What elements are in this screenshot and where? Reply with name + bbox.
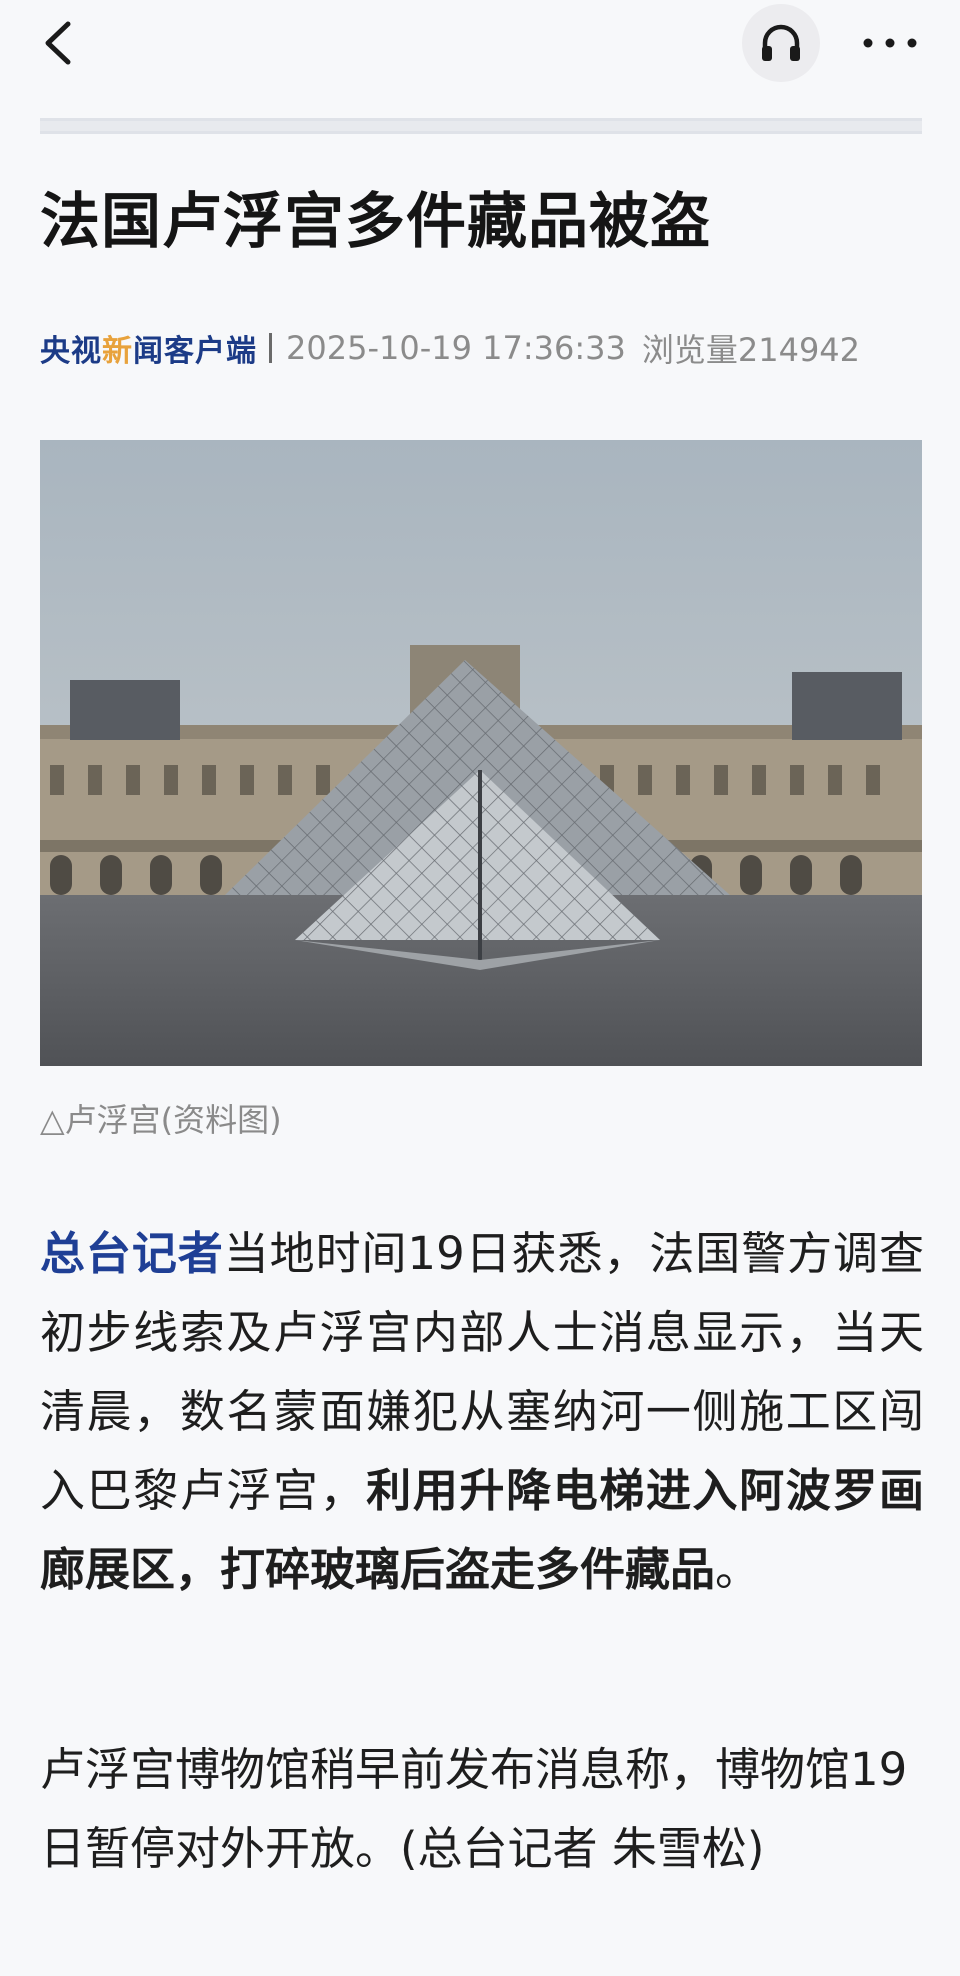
publish-date: 2025-10-19 17:36:33 bbox=[286, 329, 626, 367]
reporter-lead: 总台记者 bbox=[40, 1227, 224, 1280]
image-caption: △卢浮宫(资料图) bbox=[40, 1101, 282, 1139]
article-title: 法国卢浮宫多件藏品被盗 bbox=[40, 187, 711, 257]
source-part2: 闻客户端 bbox=[133, 334, 257, 369]
view-count: 浏览量214942 bbox=[641, 331, 861, 369]
paragraph-1-end: 。 bbox=[715, 1543, 761, 1596]
more-horizontal-icon bbox=[863, 38, 917, 48]
headphones-icon bbox=[762, 24, 800, 61]
more-options-button[interactable] bbox=[858, 20, 922, 66]
chevron-left-icon bbox=[45, 21, 71, 65]
meta-separator bbox=[269, 333, 272, 363]
source-part1: 央视 bbox=[40, 334, 102, 369]
louvre-photo bbox=[40, 440, 922, 1066]
audio-listen-button[interactable] bbox=[742, 4, 820, 82]
source-highlight: 新 bbox=[102, 334, 133, 369]
article-image[interactable] bbox=[40, 440, 922, 1066]
article-paragraph-2: 卢浮宫博物馆稍早前发布消息称，博物馆19日暂停对外开放。(总台记者 朱雪松) bbox=[40, 1743, 908, 1875]
top-nav-bar bbox=[0, 0, 960, 88]
back-button[interactable] bbox=[40, 18, 80, 68]
header-divider bbox=[40, 118, 922, 134]
article-meta: 央视新闻客户端 2025-10-19 17:36:33 浏览量214942 bbox=[40, 320, 920, 376]
source-label[interactable]: 央视新闻客户端 bbox=[40, 326, 257, 370]
article-paragraph-1: 总台记者当地时间19日获悉，法国警方调查初步线索及卢浮宫内部人士消息显示，当天清… bbox=[40, 1214, 924, 1609]
